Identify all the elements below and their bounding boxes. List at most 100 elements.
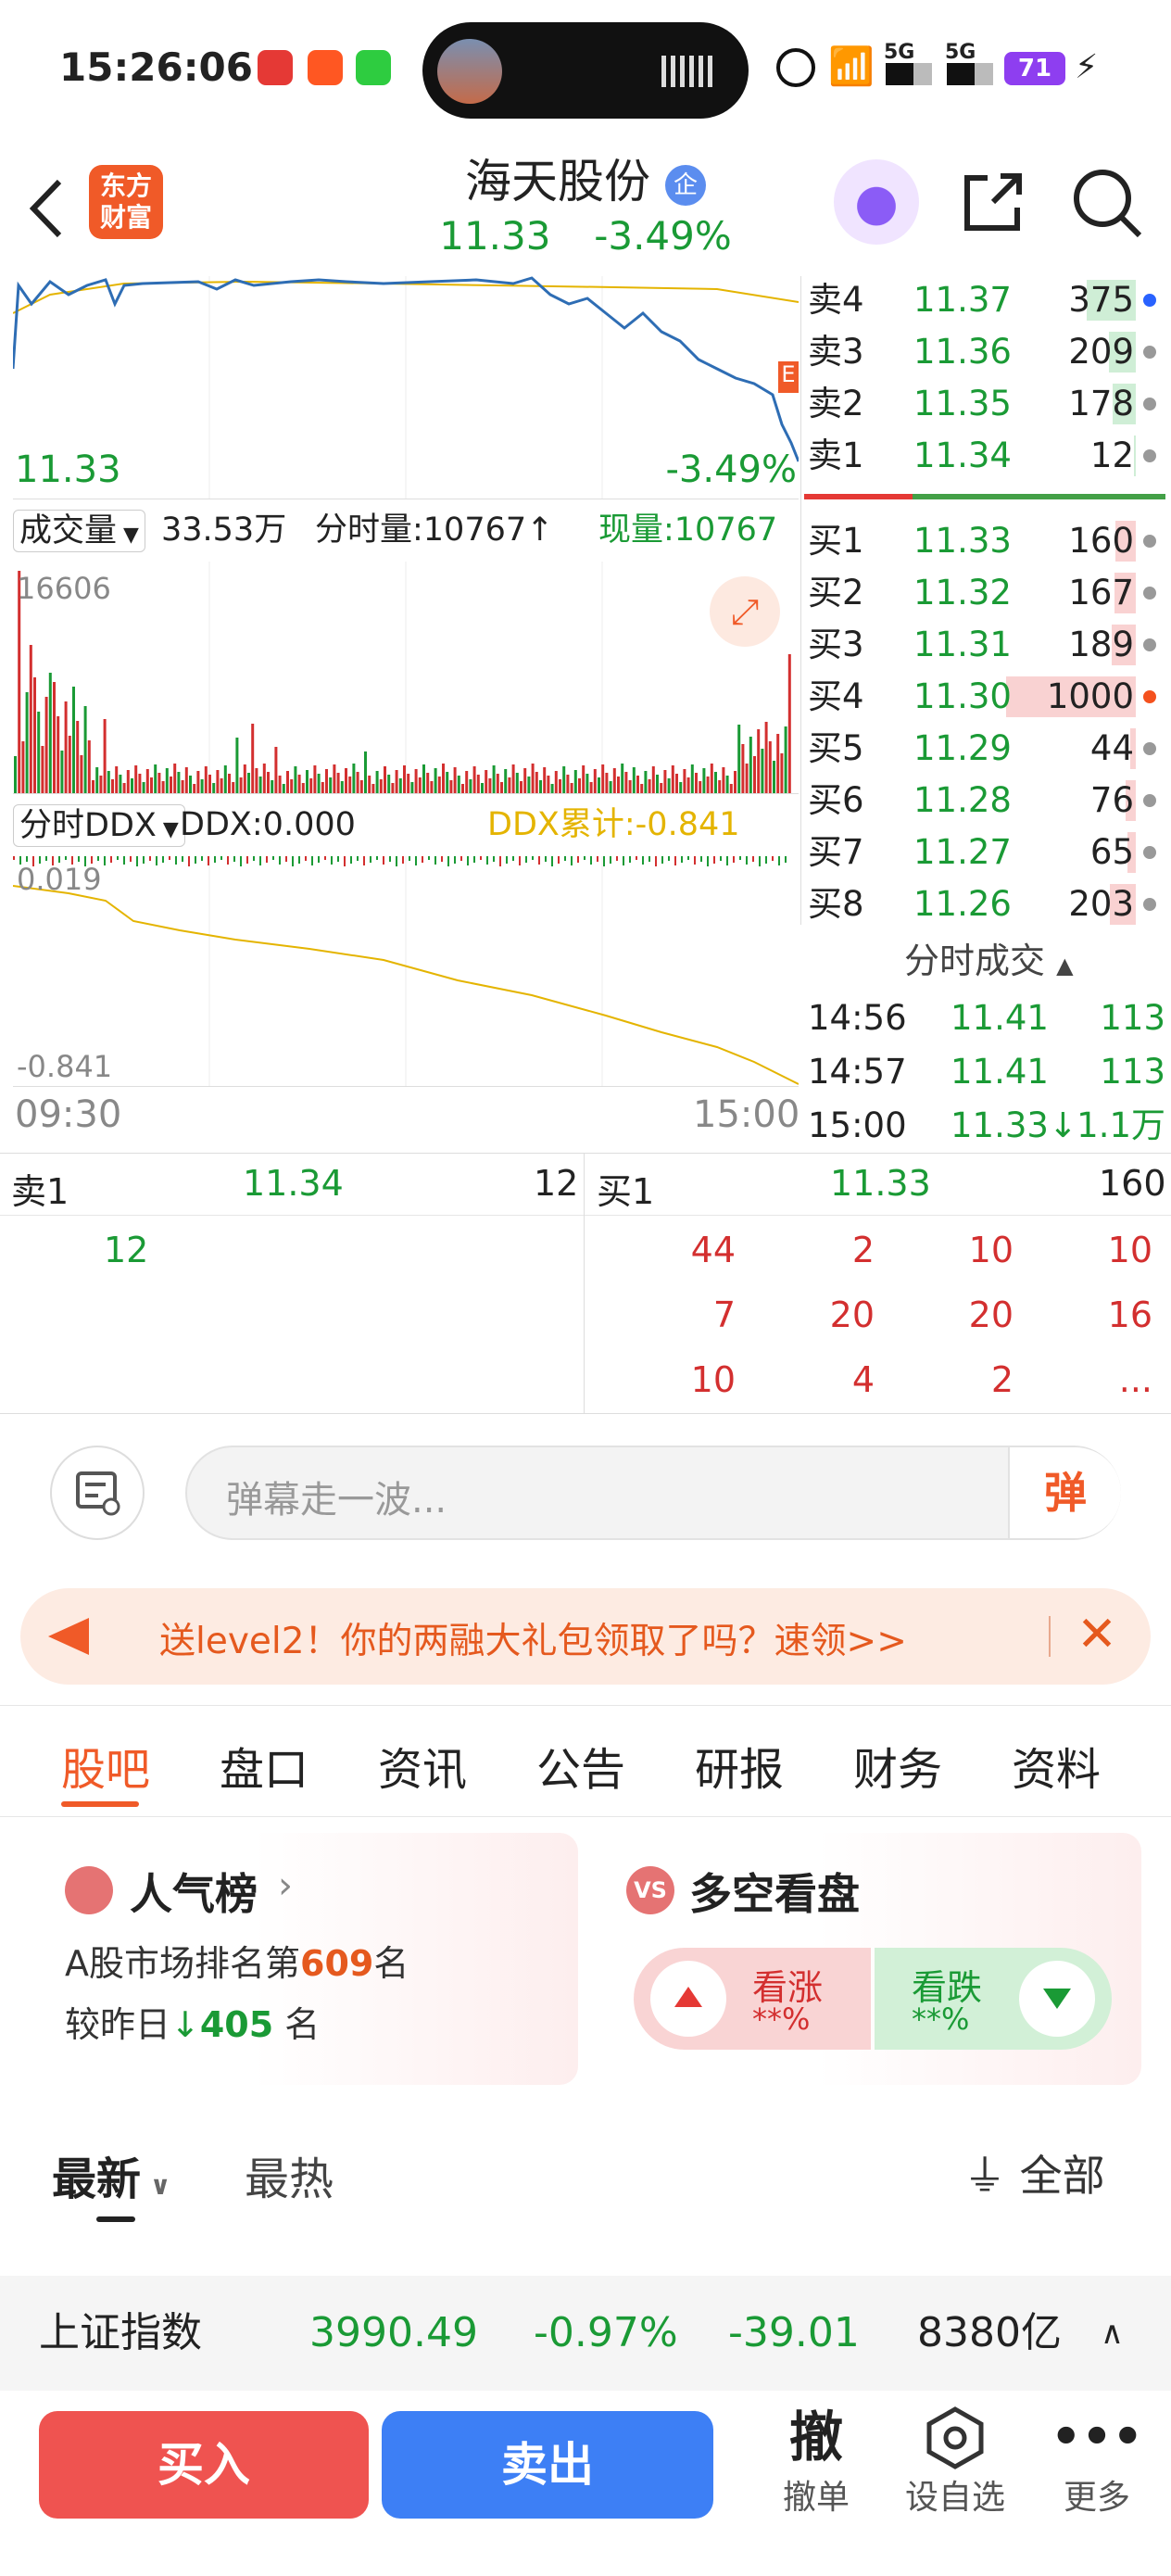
- more-button[interactable]: ••• 更多: [1041, 2404, 1152, 2519]
- signal-icon: [886, 63, 932, 85]
- vs-card[interactable]: VS 多空看盘 看涨 **% 看跌 **%: [600, 1833, 1141, 2085]
- tab-2[interactable]: 资讯: [378, 1733, 467, 1798]
- volume-bar: [449, 780, 453, 793]
- ask-row[interactable]: 卖1 11.34 12: [804, 430, 1171, 482]
- filter-all[interactable]: ⏚ 全部: [963, 2142, 1105, 2203]
- eastmoney-logo[interactable]: 东方 财富: [89, 165, 163, 239]
- volume-bar: [379, 779, 383, 793]
- tab-0[interactable]: 股吧: [61, 1733, 150, 1798]
- price-chart[interactable]: 11.33 -3.49% E: [11, 276, 800, 499]
- level-qty: 65: [1089, 832, 1134, 872]
- volume-bar: [729, 784, 733, 793]
- index-bar[interactable]: 上证指数 3990.49 -0.97% -39.01 8380亿 ∧: [0, 2276, 1171, 2391]
- add-watchlist-button[interactable]: 设自选: [895, 2404, 1015, 2519]
- volume-bar: [718, 780, 722, 793]
- ask-row[interactable]: 卖3 11.36 209: [804, 326, 1171, 378]
- ddx-chart[interactable]: 0.019 -0.841: [12, 856, 800, 1087]
- queue-buy-order: 7: [712, 1294, 736, 1335]
- ask-row[interactable]: 卖2 11.35 178: [804, 378, 1171, 430]
- bullish-button[interactable]: 看涨 **%: [634, 1948, 871, 2050]
- level-price: 11.30: [913, 676, 1012, 716]
- volume-bar: [267, 772, 270, 793]
- ddx-tick: [759, 856, 761, 866]
- volume-chart[interactable]: 16606 ⤢: [13, 562, 799, 794]
- volume-bar: [216, 770, 220, 793]
- filter-latest[interactable]: 最新 ∨: [52, 2142, 171, 2207]
- volume-bar: [99, 776, 103, 793]
- ddx-tick: [480, 856, 482, 860]
- bid-row[interactable]: 买4 11.30 1000: [804, 671, 1171, 723]
- volume-bar: [161, 781, 165, 793]
- volume-header: 成交量 ▼ 33.53万 分时量:10767↑ 现量:10767: [13, 502, 799, 558]
- watch-label: 设自选: [904, 2479, 1005, 2517]
- ddx-tick: [422, 856, 423, 863]
- ddx-selector[interactable]: 分时DDX ▼: [13, 804, 185, 847]
- logo-text-line1: 东方: [99, 170, 152, 201]
- filter-hottest[interactable]: 最热: [245, 2142, 334, 2207]
- level-qty: 209: [1068, 332, 1134, 372]
- share-button[interactable]: [960, 169, 1026, 235]
- banner-close-button[interactable]: ✕: [1069, 1607, 1125, 1662]
- volume-bar: [87, 740, 91, 793]
- buy-button[interactable]: 买入: [39, 2411, 369, 2519]
- bid-row[interactable]: 买2 11.32 167: [804, 567, 1171, 619]
- danmaku-send-button[interactable]: 弹: [1008, 1447, 1121, 1538]
- tab-3[interactable]: 公告: [536, 1733, 625, 1798]
- bid-row[interactable]: 买5 11.29 44: [804, 723, 1171, 775]
- volume-bar: [601, 764, 605, 793]
- ticks-title[interactable]: 分时成交 ▲: [904, 932, 1074, 983]
- volume-bar: [184, 767, 188, 793]
- tab-6[interactable]: 资料: [1012, 1733, 1101, 1798]
- volume-bar: [375, 771, 379, 793]
- bottom-bar: 买入 卖出 撤 撤单 设自选 ••• 更多: [0, 2391, 1171, 2576]
- cancel-order-button[interactable]: 撤 撤单: [765, 2404, 867, 2519]
- volume-bar: [329, 777, 333, 793]
- volume-bar: [278, 776, 282, 793]
- volume-bar: [624, 772, 628, 793]
- bearish-button[interactable]: 看跌 **%: [875, 1948, 1112, 2050]
- sell-button[interactable]: 卖出: [382, 2411, 713, 2519]
- level-dot-icon: [1143, 449, 1156, 462]
- ddx-tick: [259, 856, 261, 865]
- volume-bar: [92, 780, 94, 793]
- back-button[interactable]: [24, 176, 70, 241]
- stock-title-row[interactable]: 海天股份 企: [308, 145, 863, 211]
- volume-bar: [131, 778, 133, 793]
- volume-bar: [294, 766, 297, 793]
- bid-row[interactable]: 买1 11.33 160: [804, 515, 1171, 567]
- volume-bar: [675, 774, 678, 793]
- volume-bar: [761, 749, 764, 793]
- bid-row[interactable]: 买6 11.28 76: [804, 775, 1171, 827]
- expand-button[interactable]: ⤢: [710, 576, 780, 647]
- volume-bar: [262, 764, 266, 793]
- volume-bar: [301, 783, 305, 793]
- tab-divider-bottom: [0, 1816, 1171, 1817]
- ddx-tick: [389, 856, 391, 862]
- ask-row[interactable]: 卖4 11.37 375: [804, 274, 1171, 326]
- volume-bar: [667, 778, 671, 793]
- volume-selector-label: 成交量: [19, 512, 118, 549]
- bid-row[interactable]: 买7 11.27 65: [804, 827, 1171, 878]
- popularity-card[interactable]: 人气榜 › A股市场排名第609名 较昨日↓405 名: [37, 1833, 578, 2085]
- volume-bar: [648, 779, 651, 793]
- tab-4[interactable]: 研报: [695, 1733, 784, 1798]
- ddx-tick: [577, 856, 579, 863]
- tab-5[interactable]: 财务: [853, 1733, 942, 1798]
- danmaku-settings-button[interactable]: [50, 1446, 145, 1540]
- bid-row[interactable]: 买3 11.31 189: [804, 619, 1171, 671]
- promo-banner[interactable]: 送level2！你的两融大礼包领取了吗？速领>> ✕: [20, 1588, 1151, 1685]
- volume-bar: [741, 744, 745, 793]
- chevron-up-icon[interactable]: ∧: [1101, 2276, 1124, 2391]
- volume-selector[interactable]: 成交量 ▼: [13, 510, 145, 552]
- level-dot-icon: [1143, 846, 1156, 859]
- ddx-tick: [311, 856, 313, 865]
- volume-bar: [734, 771, 737, 793]
- tab-1[interactable]: 盘口: [220, 1733, 308, 1798]
- danmaku-input[interactable]: 弹幕走一波... 弹: [185, 1446, 1121, 1540]
- signal-icon-2: [947, 63, 993, 85]
- search-button[interactable]: [1071, 167, 1143, 239]
- volume-bar: [679, 782, 683, 793]
- robot-assistant-icon[interactable]: [834, 159, 919, 245]
- bid-row[interactable]: 买8 11.26 203: [804, 878, 1171, 930]
- charging-icon: ⚡: [1075, 48, 1099, 86]
